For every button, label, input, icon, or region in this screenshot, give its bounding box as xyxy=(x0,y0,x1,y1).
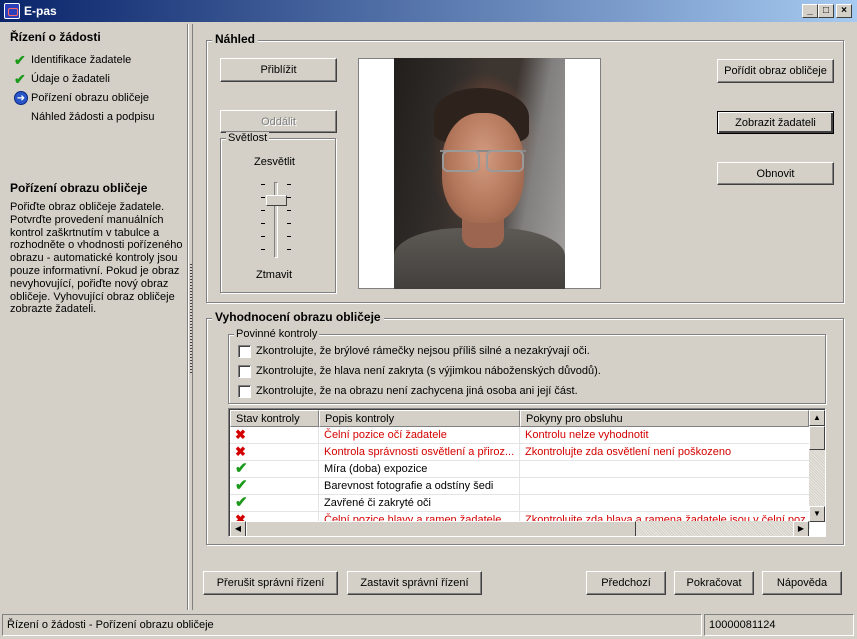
stop-procedure-button[interactable]: Zastavit správní řízení xyxy=(347,571,482,595)
evaluation-group-title: Vyhodnocení obrazu obličeje xyxy=(212,310,384,324)
table-row[interactable]: ✔ Míra (doba) expozice xyxy=(230,461,810,478)
splitter-grip[interactable] xyxy=(190,264,192,374)
scroll-down-button[interactable]: ▼ xyxy=(809,506,825,522)
glasses-check-label[interactable]: Zkontrolujte, že brýlové rámečky nejsou … xyxy=(256,345,590,357)
slider-tick xyxy=(261,210,265,211)
row-instructions xyxy=(520,478,810,495)
slider-tick xyxy=(261,223,265,224)
row-description: Míra (doba) expozice xyxy=(319,461,520,478)
check-icon: ✔ xyxy=(14,71,26,87)
row-instructions: Kontrolu nelze vyhodnotit xyxy=(520,427,810,444)
arrow-right-icon: ➜ xyxy=(14,91,28,105)
head-cover-checkbox[interactable] xyxy=(238,365,251,378)
glasses-check-checkbox[interactable] xyxy=(238,345,251,358)
column-header-instructions[interactable]: Pokyny pro obsluhu xyxy=(520,410,809,427)
show-applicant-button[interactable]: Zobrazit žadateli xyxy=(717,111,834,134)
scroll-right-button[interactable]: ▶ xyxy=(793,521,809,536)
zoom-in-button[interactable]: Přiblížit xyxy=(220,58,337,82)
row-instructions xyxy=(520,495,810,512)
continue-button[interactable]: Pokračovat xyxy=(674,571,754,595)
app-icon xyxy=(4,3,20,19)
slider-tick xyxy=(287,223,291,224)
zoom-out-button[interactable]: Oddálit xyxy=(220,110,337,133)
interrupt-procedure-button[interactable]: Přerušit správní řízení xyxy=(203,571,338,595)
row-instructions: Zkontrolujte zda osvětlení není poškozen… xyxy=(520,444,810,461)
slider-tick xyxy=(287,184,291,185)
slider-tick xyxy=(287,210,291,211)
scroll-up-button[interactable]: ▲ xyxy=(809,410,825,426)
row-description: Barevnost fotografie a odstíny šedi xyxy=(319,478,520,495)
slider-tick xyxy=(261,249,265,250)
title-bar[interactable]: E-pas _ □ × xyxy=(0,0,857,22)
slider-tick xyxy=(261,184,265,185)
status-id: 10000081124 xyxy=(704,614,854,636)
close-button[interactable]: × xyxy=(836,4,852,18)
step-label: Údaje o žadateli xyxy=(31,73,110,85)
table-row[interactable]: ✖ Čelní pozice očí žadatele Kontrolu nel… xyxy=(230,427,810,444)
table-row[interactable]: ✔ Barevnost fotografie a odstíny šedi xyxy=(230,478,810,495)
refresh-button[interactable]: Obnovit xyxy=(717,162,834,185)
brightness-slider-thumb[interactable] xyxy=(266,195,287,206)
vertical-scrollbar[interactable]: ▲ ▼ xyxy=(809,410,825,522)
window-title: E-pas xyxy=(24,4,57,18)
mandatory-checks-title: Povinné kontroly xyxy=(234,328,320,340)
check-icon: ✔ xyxy=(235,478,248,494)
head-cover-label[interactable]: Zkontrolujte, že hlava není zakryta (s v… xyxy=(256,365,601,377)
other-person-label[interactable]: Zkontrolujte, že na obrazu není zachycen… xyxy=(256,385,578,397)
slider-tick xyxy=(287,249,291,250)
row-description: Kontrola správnosti osvětlení a přiroz..… xyxy=(319,444,520,461)
check-icon: ✔ xyxy=(235,495,248,511)
column-header-description[interactable]: Popis kontroly xyxy=(319,410,520,427)
face-photo xyxy=(394,58,565,289)
other-person-checkbox[interactable] xyxy=(238,385,251,398)
step-label: Identifikace žadatele xyxy=(31,54,132,66)
check-icon: ✔ xyxy=(235,461,248,477)
preview-group-title: Náhled xyxy=(212,32,259,46)
previous-button[interactable]: Předchozí xyxy=(586,571,666,595)
darken-label: Ztmavit xyxy=(256,269,293,281)
help-title: Pořízení obrazu obličeje xyxy=(10,181,148,195)
slider-tick xyxy=(261,236,265,237)
table-row[interactable]: ✖ Kontrola správnosti osvětlení a přiroz… xyxy=(230,444,810,461)
fail-icon: ✖ xyxy=(235,444,246,459)
step-label: Pořízení obrazu obličeje xyxy=(31,92,150,104)
check-icon: ✔ xyxy=(14,52,26,68)
splitter[interactable] xyxy=(188,24,193,610)
vertical-scroll-thumb[interactable] xyxy=(809,426,825,450)
sidebar-title: Řízení o žádosti xyxy=(10,30,101,44)
row-description: Zavřené či zakryté oči xyxy=(319,495,520,512)
scroll-left-button[interactable]: ◀ xyxy=(230,521,246,536)
maximize-button[interactable]: □ xyxy=(818,4,834,18)
brighten-label: Zesvětlit xyxy=(254,156,295,168)
slider-tick xyxy=(287,197,291,198)
checks-table[interactable]: Stav kontroly Popis kontroly Pokyny pro … xyxy=(228,408,826,537)
row-instructions xyxy=(520,461,810,478)
column-header-status[interactable]: Stav kontroly xyxy=(230,410,319,427)
minimize-button[interactable]: _ xyxy=(802,4,818,18)
capture-face-button[interactable]: Pořídit obraz obličeje xyxy=(717,59,834,83)
brightness-slider-track[interactable] xyxy=(274,182,278,258)
help-text: Pořiďte obraz obličeje žadatele. Potvrďt… xyxy=(10,201,183,316)
horizontal-scroll-thumb[interactable] xyxy=(246,521,636,536)
help-button[interactable]: Nápověda xyxy=(762,571,842,595)
slider-tick xyxy=(261,197,265,198)
horizontal-scrollbar[interactable]: ◀ ▶ xyxy=(230,521,809,536)
table-row[interactable]: ✔ Zavřené či zakryté oči xyxy=(230,495,810,512)
slider-tick xyxy=(287,236,291,237)
step-label: Náhled žádosti a podpisu xyxy=(31,111,155,123)
row-description: Čelní pozice očí žadatele xyxy=(319,427,520,444)
brightness-title: Světlost xyxy=(226,132,270,144)
status-bar: Řízení o žádosti - Pořízení obrazu oblič… xyxy=(0,612,857,639)
status-path: Řízení o žádosti - Pořízení obrazu oblič… xyxy=(2,614,702,636)
fail-icon: ✖ xyxy=(235,427,246,442)
